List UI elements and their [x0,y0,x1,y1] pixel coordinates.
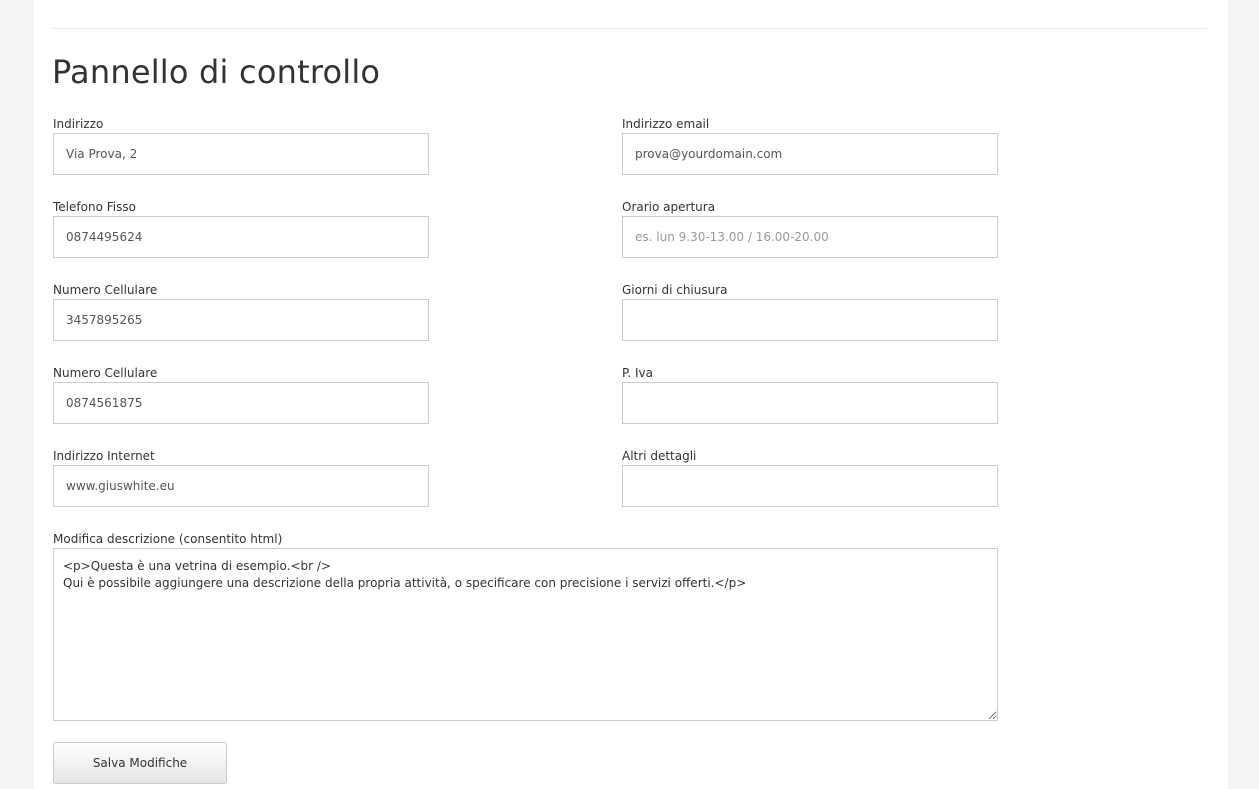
description-field-group: Modifica descrizione (consentito html) <… [53,531,998,721]
email-label: Indirizzo email [622,117,710,131]
other-details-field-group: Altri dettagli [622,448,998,507]
website-input[interactable] [53,465,429,507]
closing-days-input[interactable] [622,299,998,341]
other-details-label: Altri dettagli [622,449,697,463]
closing-days-field-group: Giorni di chiusura [622,282,998,341]
opening-hours-label: Orario apertura [622,200,716,214]
landline-input[interactable] [53,216,429,258]
mobile-input[interactable] [53,299,429,341]
mobile-2-input[interactable] [53,382,429,424]
closing-days-label: Giorni di chiusura [622,283,728,297]
vat-input[interactable] [622,382,998,424]
mobile-label: Numero Cellulare [53,283,158,297]
address-label: Indirizzo [53,117,104,131]
vat-field-group: P. Iva [622,365,998,424]
mobile-2-field-group: Numero Cellulare [53,365,429,424]
website-field-group: Indirizzo Internet [53,448,429,507]
website-label: Indirizzo Internet [53,449,155,463]
address-field-group: Indirizzo [53,116,429,175]
opening-hours-field-group: Orario apertura [622,199,998,258]
other-details-input[interactable] [622,465,998,507]
description-label: Modifica descrizione (consentito html) [53,532,283,546]
email-field-group: Indirizzo email [622,116,998,175]
description-textarea[interactable]: <p>Questa è una vetrina di esempio.<br /… [53,548,998,721]
vat-label: P. Iva [622,366,653,380]
save-changes-button[interactable]: Salva Modifiche [53,742,227,784]
header-divider [53,28,1207,29]
email-input[interactable] [622,133,998,175]
page-title: Pannello di controllo [52,53,381,91]
landline-field-group: Telefono Fisso [53,199,429,258]
mobile-2-label: Numero Cellulare [53,366,158,380]
address-input[interactable] [53,133,429,175]
mobile-field-group: Numero Cellulare [53,282,429,341]
opening-hours-input[interactable] [622,216,998,258]
control-panel-page: Pannello di controllo Indirizzo Telefono… [34,0,1228,789]
landline-label: Telefono Fisso [53,200,136,214]
